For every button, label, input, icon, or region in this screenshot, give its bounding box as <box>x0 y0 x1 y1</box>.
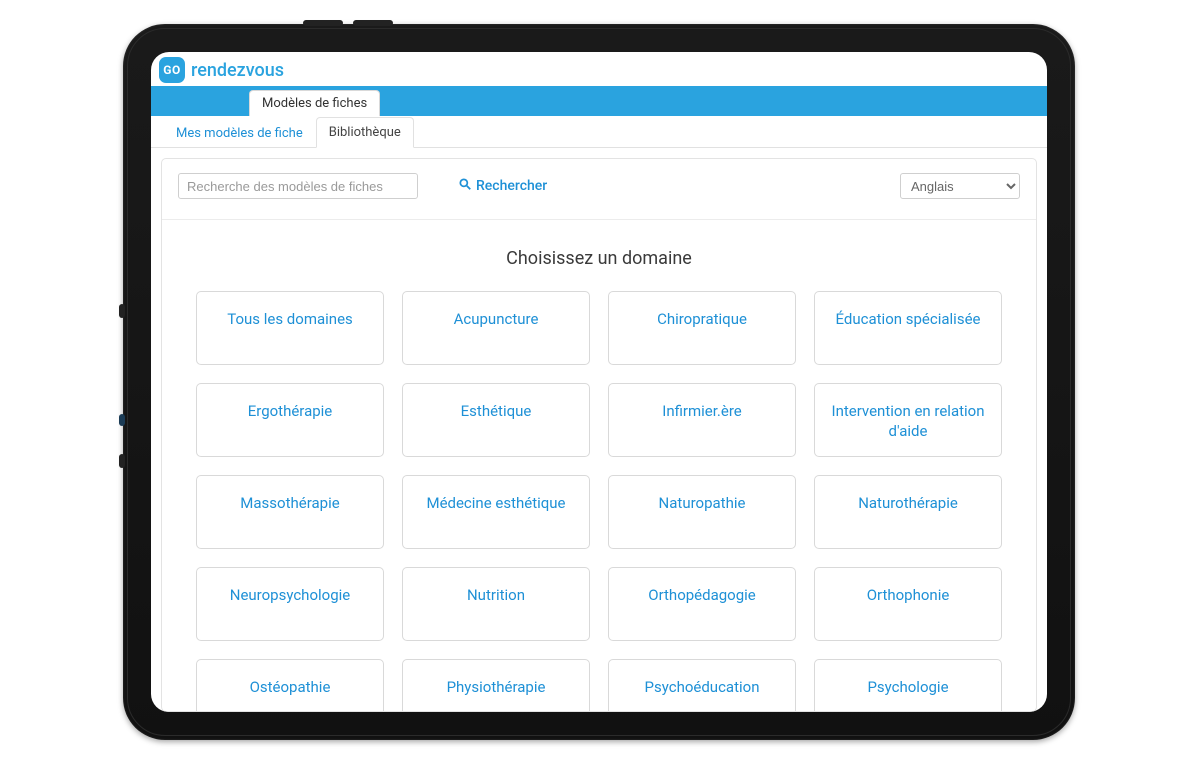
domain-card[interactable]: Éducation spécialisée <box>814 291 1002 365</box>
domain-card[interactable]: Médecine esthétique <box>402 475 590 549</box>
domain-card-label: Médecine esthétique <box>426 494 565 514</box>
domain-card[interactable]: Orthopédagogie <box>608 567 796 641</box>
domain-card-label: Ergothérapie <box>248 402 333 422</box>
domain-card[interactable]: Chiropratique <box>608 291 796 365</box>
search-button-label: Rechercher <box>476 178 547 194</box>
domain-card-label: Chiropratique <box>657 310 747 330</box>
hardware-button <box>119 454 125 468</box>
domain-card[interactable]: Intervention en relation d'aide <box>814 383 1002 457</box>
content-panel: Rechercher Anglais Choisissez un domaine… <box>161 158 1037 712</box>
domain-card[interactable]: Neuropsychologie <box>196 567 384 641</box>
domain-card[interactable]: Psychoéducation <box>608 659 796 711</box>
domain-card[interactable]: Psychologie <box>814 659 1002 711</box>
domain-card[interactable]: Naturopathie <box>608 475 796 549</box>
section-title: Choisissez un domaine <box>196 248 1002 269</box>
domain-card-label: Intervention en relation d'aide <box>829 402 987 441</box>
subtab-bibliotheque[interactable]: Bibliothèque <box>316 117 414 148</box>
subtab-mes-modeles[interactable]: Mes modèles de fiche <box>163 118 316 148</box>
domain-card-label: Psychoéducation <box>645 678 760 698</box>
domain-card-label: Nutrition <box>467 586 525 606</box>
tablet-frame: GO rendezvous Modèles de fiches Mes modè… <box>123 24 1075 740</box>
domain-card[interactable]: Ostéopathie <box>196 659 384 711</box>
domain-card-label: Orthopédagogie <box>648 586 756 606</box>
domain-card[interactable]: Physiothérapie <box>402 659 590 711</box>
search-button[interactable]: Rechercher <box>458 177 547 195</box>
language-select[interactable]: Anglais <box>900 173 1020 199</box>
domain-card-label: Infirmier.ère <box>662 402 742 422</box>
hardware-indicator <box>119 414 125 426</box>
domain-card-label: Tous les domaines <box>227 310 353 330</box>
domain-card-label: Massothérapie <box>240 494 339 514</box>
domain-card-label: Éducation spécialisée <box>836 310 981 330</box>
domain-card-label: Naturothérapie <box>858 494 958 514</box>
hardware-button <box>353 20 393 26</box>
search-icon <box>458 177 472 195</box>
domain-card-label: Neuropsychologie <box>230 586 350 606</box>
logo-bar: GO rendezvous <box>151 52 1047 86</box>
search-input[interactable] <box>178 173 418 199</box>
panel-body: Choisissez un domaine Tous les domaines A… <box>162 220 1036 711</box>
tab-modeles-de-fiches[interactable]: Modèles de fiches <box>249 90 380 116</box>
domain-card-label: Esthétique <box>461 402 532 422</box>
domain-card[interactable]: Infirmier.ère <box>608 383 796 457</box>
domain-card-label: Physiothérapie <box>447 678 546 698</box>
domain-card-label: Orthophonie <box>867 586 950 606</box>
hardware-button <box>303 20 343 26</box>
hardware-button <box>119 304 125 318</box>
domain-grid: Tous les domaines Acupuncture Chiropratiqu… <box>196 291 1002 711</box>
screen: GO rendezvous Modèles de fiches Mes modè… <box>151 52 1047 712</box>
domain-card[interactable]: Massothérapie <box>196 475 384 549</box>
sub-tabs: Mes modèles de fiche Bibliothèque <box>151 116 1047 148</box>
domain-card-label: Acupuncture <box>454 310 539 330</box>
domain-card[interactable]: Tous les domaines <box>196 291 384 365</box>
logo-badge: GO <box>159 57 185 83</box>
domain-card[interactable]: Ergothérapie <box>196 383 384 457</box>
domain-card[interactable]: Orthophonie <box>814 567 1002 641</box>
toolbar: Rechercher Anglais <box>162 159 1036 220</box>
domain-card[interactable]: Naturothérapie <box>814 475 1002 549</box>
domain-card[interactable]: Nutrition <box>402 567 590 641</box>
brand-name: rendezvous <box>191 60 284 81</box>
domain-card-label: Naturopathie <box>659 494 746 514</box>
domain-card-label: Psychologie <box>867 678 948 698</box>
domain-card[interactable]: Esthétique <box>402 383 590 457</box>
primary-nav: Modèles de fiches <box>151 86 1047 116</box>
domain-card-label: Ostéopathie <box>250 678 331 698</box>
domain-card[interactable]: Acupuncture <box>402 291 590 365</box>
